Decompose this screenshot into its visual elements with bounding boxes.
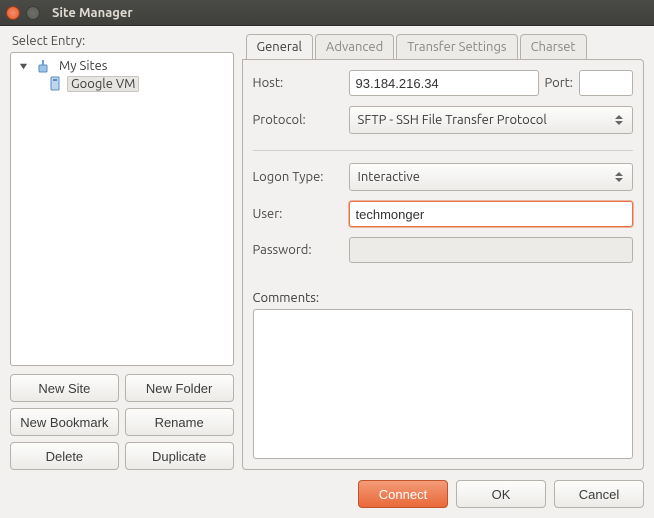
port-label: Port: — [545, 76, 573, 90]
tab-transfer-settings[interactable]: Transfer Settings — [396, 34, 517, 60]
tree-root[interactable]: My Sites — [13, 57, 231, 75]
host-input[interactable] — [349, 70, 539, 96]
comments-textarea[interactable] — [253, 309, 633, 459]
new-site-button[interactable]: New Site — [10, 374, 119, 402]
logon-type-value: Interactive — [358, 170, 420, 184]
password-input — [349, 237, 633, 263]
divider — [253, 150, 633, 151]
select-entry-label: Select Entry: — [12, 34, 234, 48]
user-label: User: — [253, 207, 343, 221]
tab-advanced[interactable]: Advanced — [315, 34, 394, 60]
logon-type-label: Logon Type: — [253, 170, 343, 184]
logon-type-select[interactable]: Interactive — [349, 163, 633, 191]
window-minimize-button[interactable] — [26, 6, 40, 20]
rename-button[interactable]: Rename — [125, 408, 234, 436]
tree-item-google-vm[interactable]: Google VM — [13, 75, 231, 93]
tree-root-label: My Sites — [55, 58, 111, 74]
password-label: Password: — [253, 243, 343, 257]
window-close-button[interactable] — [6, 6, 20, 20]
comments-label: Comments: — [253, 291, 633, 305]
ok-button[interactable]: OK — [456, 480, 546, 508]
tab-panel-general: Host: Port: Protocol: SFTP - SSH File Tr… — [242, 59, 644, 470]
tree-item-label: Google VM — [67, 76, 139, 92]
protocol-select[interactable]: SFTP - SSH File Transfer Protocol — [349, 106, 633, 134]
cancel-button[interactable]: Cancel — [554, 480, 644, 508]
tab-bar: General Advanced Transfer Settings Chars… — [242, 34, 644, 60]
select-spinner-icon — [612, 172, 626, 182]
tab-general[interactable]: General — [246, 34, 313, 60]
tab-charset[interactable]: Charset — [520, 34, 587, 60]
connect-button[interactable]: Connect — [358, 480, 448, 508]
protocol-label: Protocol: — [253, 113, 343, 127]
new-bookmark-button[interactable]: New Bookmark — [10, 408, 119, 436]
window-title: Site Manager — [52, 6, 133, 20]
protocol-value: SFTP - SSH File Transfer Protocol — [358, 113, 547, 127]
new-folder-button[interactable]: New Folder — [125, 374, 234, 402]
duplicate-button[interactable]: Duplicate — [125, 442, 234, 470]
select-spinner-icon — [612, 115, 626, 125]
titlebar: Site Manager — [0, 0, 654, 26]
server-icon — [47, 76, 63, 92]
folder-icon — [35, 58, 51, 74]
site-tree[interactable]: My Sites Google VM — [10, 52, 234, 366]
disclosure-triangle-icon[interactable] — [17, 60, 29, 72]
port-input[interactable] — [579, 70, 633, 96]
user-input[interactable] — [349, 201, 633, 227]
delete-button[interactable]: Delete — [10, 442, 119, 470]
host-label: Host: — [253, 76, 343, 90]
